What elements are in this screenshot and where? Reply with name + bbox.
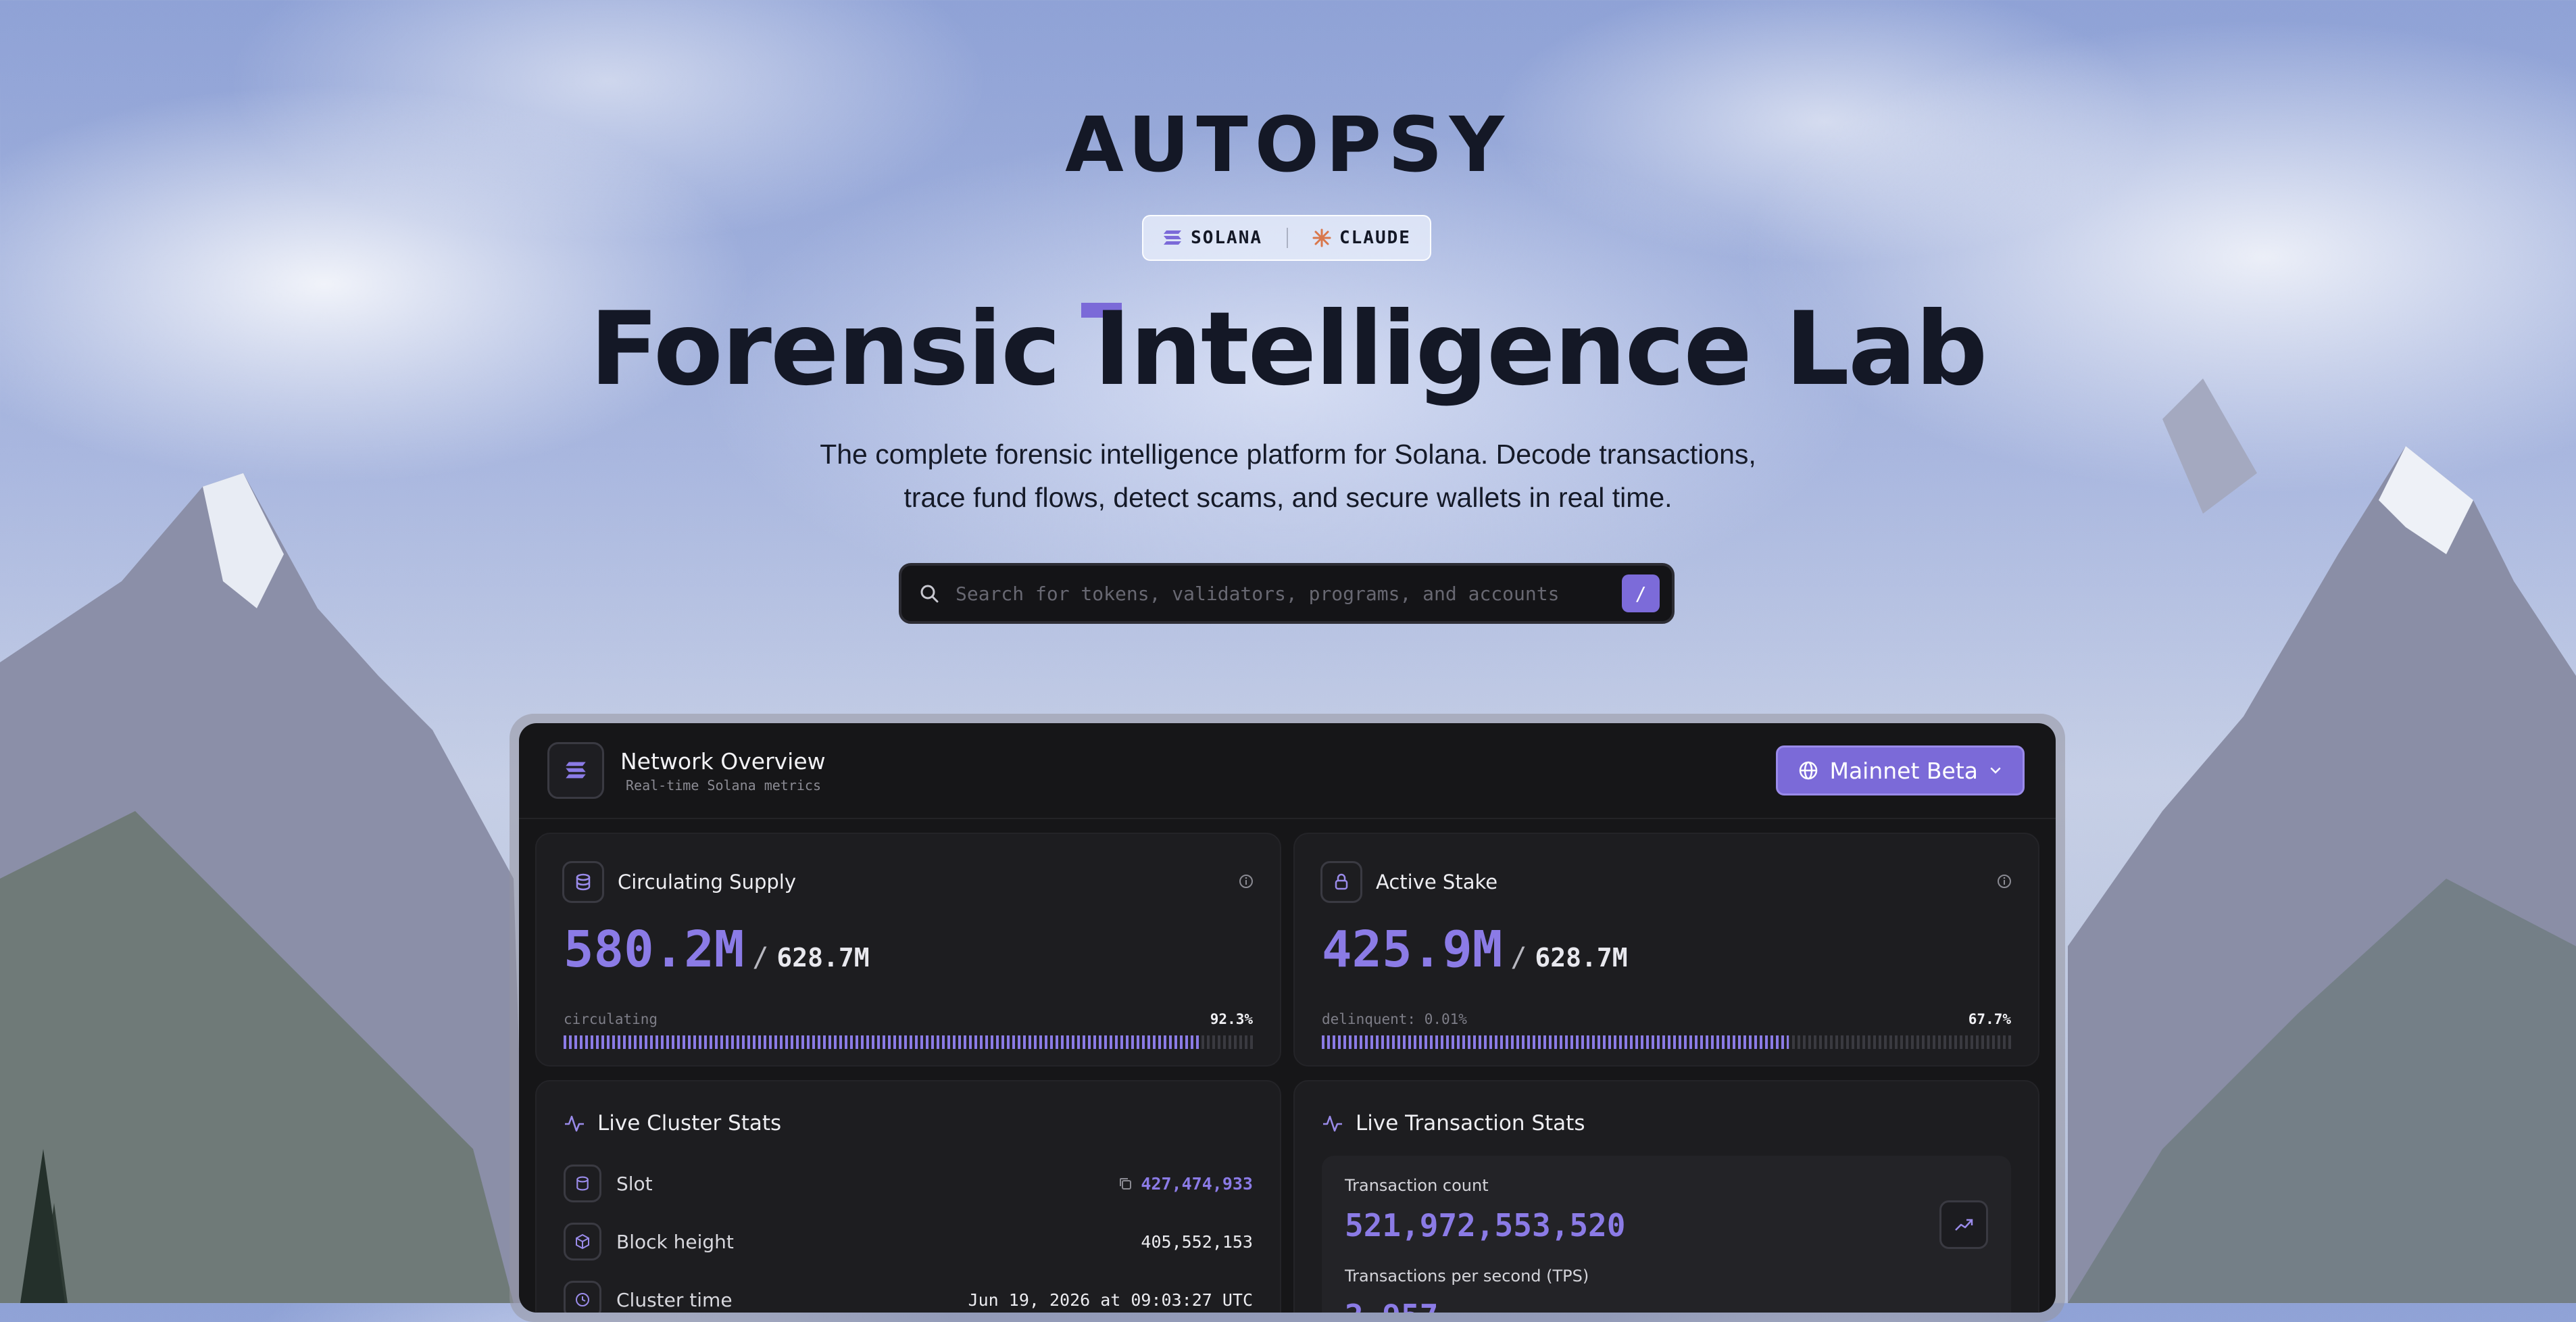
globe-icon: [1800, 761, 1818, 780]
card-title: Active Stake: [1376, 871, 1498, 893]
active-stake-card: Active Stake 425.9M/628.7M delinquent: 0…: [1293, 833, 2039, 1067]
stat-row-cluster-time: Cluster time Jun 19, 2026 at 09:03:27 UT…: [564, 1279, 1253, 1313]
network-selector-button[interactable]: Mainnet Beta: [1776, 745, 2025, 795]
solana-icon: [1164, 230, 1182, 245]
search-input[interactable]: [954, 581, 1622, 606]
supply-progress-fill: [564, 1035, 1200, 1049]
supply-meta: circulating 92.3%: [564, 1011, 1253, 1027]
cluster-time-value: Jun 19, 2026 at 09:03:27 UTC: [968, 1290, 1253, 1310]
network-overview-frame: Network Overview Real-time Solana metric…: [510, 714, 2065, 1322]
partner-badges: SOLANA CLAUDE: [1142, 215, 1431, 261]
stat-label: Cluster time: [616, 1288, 733, 1311]
network-selector-label: Mainnet Beta: [1829, 757, 1978, 784]
database-icon: [564, 1165, 601, 1202]
activity-icon: [565, 1115, 584, 1132]
search-shortcut-key[interactable]: /: [1622, 574, 1660, 612]
brand-logo: AUTOPSY: [0, 101, 2576, 318]
stake-progress-bar: [1322, 1035, 2011, 1049]
search-icon: [920, 585, 939, 603]
transaction-stats-box: Transaction count 521,972,553,520 Transa…: [1322, 1156, 2011, 1313]
tps-value: 2,957: [1345, 1298, 1438, 1313]
hero-subtitle: The complete forensic intelligence platf…: [820, 439, 1756, 513]
claude-label: CLAUDE: [1339, 228, 1411, 248]
solana-badge: SOLANA: [1162, 228, 1262, 248]
live-transaction-stats-card: Live Transaction Stats Transaction count…: [1293, 1080, 2039, 1313]
trending-up-icon[interactable]: [1939, 1200, 1988, 1249]
stake-meta: delinquent: 0.01% 67.7%: [1322, 1011, 2011, 1027]
network-overview-panel: Network Overview Real-time Solana metric…: [519, 723, 2056, 1313]
solana-label: SOLANA: [1191, 228, 1262, 248]
info-icon[interactable]: [1996, 873, 2012, 889]
badge-divider: [1287, 228, 1288, 248]
claude-icon: [1312, 228, 1331, 247]
search-bar[interactable]: /: [899, 563, 1675, 624]
chevron-down-icon: [1990, 767, 2001, 774]
activity-icon: [1323, 1115, 1342, 1132]
panel-subtitle: Real-time Solana metrics: [626, 777, 821, 793]
supply-value: 580.2M/628.7M: [564, 921, 870, 979]
database-icon: [562, 861, 604, 903]
stat-label: Slot: [616, 1172, 653, 1195]
slot-value[interactable]: 427,474,933: [1118, 1174, 1253, 1194]
transaction-count-value: 521,972,553,520: [1345, 1207, 1626, 1244]
stat-row-block-height: Block height 405,552,153: [564, 1221, 1253, 1263]
circulating-supply-card: Circulating Supply 580.2M/628.7M circula…: [535, 833, 1281, 1067]
section-title: Live Cluster Stats: [597, 1111, 782, 1135]
stat-row-slot: Slot 427,474,933: [564, 1162, 1253, 1204]
solana-icon: [547, 742, 604, 799]
stake-progress-fill: [1322, 1035, 1789, 1049]
card-title: Circulating Supply: [618, 871, 797, 893]
cube-icon: [564, 1223, 601, 1260]
hero-title: Forensic Intelligence Lab: [589, 291, 1988, 408]
copy-icon[interactable]: [1118, 1176, 1133, 1191]
live-cluster-stats-card: Live Cluster Stats Slot 427,474,933 Bloc…: [535, 1080, 1281, 1313]
panel-title: Network Overview: [620, 748, 826, 775]
info-icon[interactable]: [1238, 873, 1254, 889]
lock-icon: [1320, 861, 1362, 903]
stat-label: Block height: [616, 1230, 734, 1253]
clock-icon: [564, 1281, 601, 1313]
supply-progress-bar: [564, 1035, 1253, 1049]
transaction-count-label: Transaction count: [1345, 1176, 1489, 1195]
block-height-value: 405,552,153: [1141, 1231, 1253, 1252]
tps-label: Transactions per second (TPS): [1345, 1267, 1589, 1286]
section-title: Live Transaction Stats: [1356, 1111, 1585, 1135]
panel-header: Network Overview Real-time Solana metric…: [519, 723, 2056, 819]
claude-badge: CLAUDE: [1312, 228, 1411, 248]
stake-value: 425.9M/628.7M: [1322, 921, 1628, 979]
